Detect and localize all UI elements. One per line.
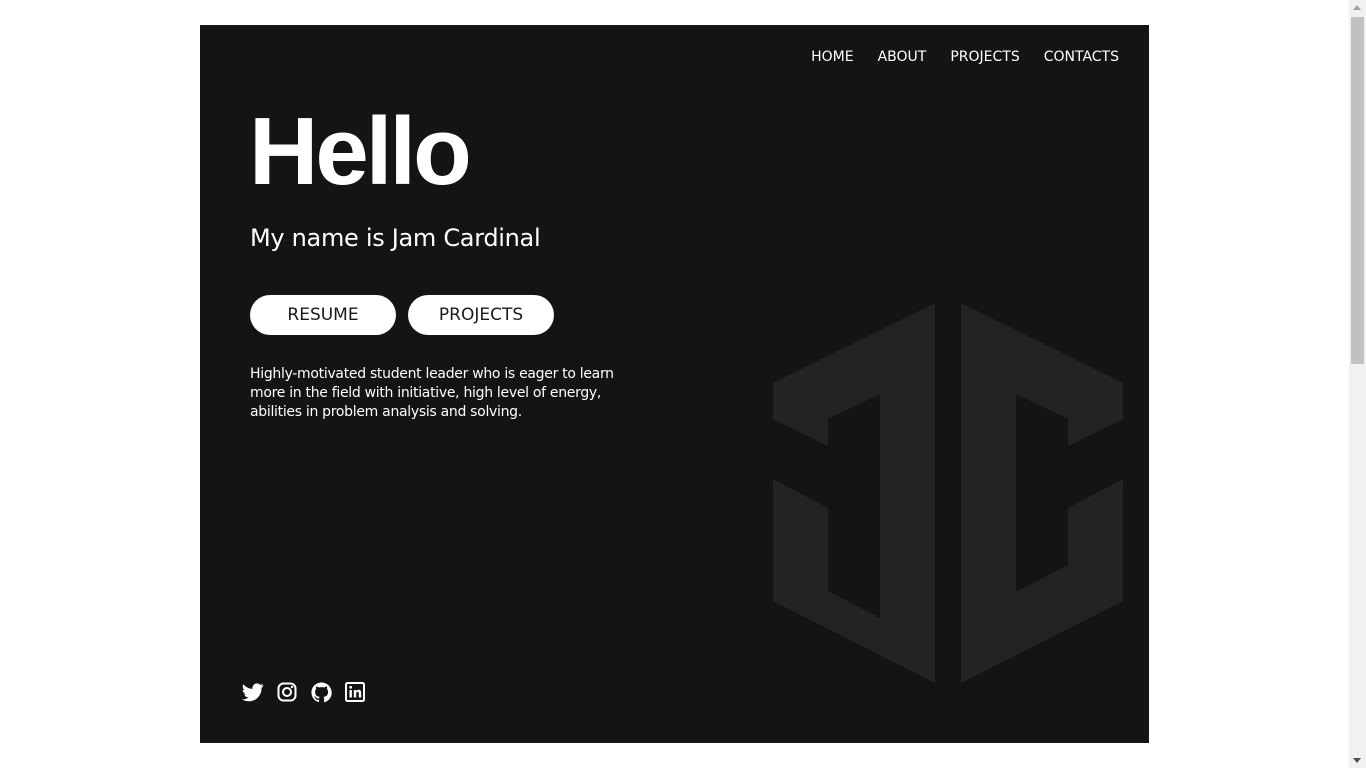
scroll-down-arrow-icon[interactable] — [1353, 758, 1361, 763]
scroll-up-arrow-icon[interactable] — [1353, 5, 1361, 10]
nav-contacts-link[interactable]: CONTACTS — [1044, 47, 1119, 67]
nav-home-link[interactable]: HOME — [811, 47, 853, 67]
hero-subtitle: My name is Jam Cardinal — [250, 224, 541, 252]
linkedin-icon[interactable] — [344, 681, 366, 703]
hero-description: Highly-motivated student leader who is e… — [250, 366, 614, 420]
page-scrollbar[interactable] — [1349, 0, 1366, 768]
instagram-icon[interactable] — [276, 681, 298, 703]
github-icon[interactable] — [310, 681, 332, 703]
social-links — [242, 681, 366, 703]
twitter-icon[interactable] — [242, 681, 264, 703]
page: HOME ABOUT PROJECTS CONTACTS Hello My na… — [0, 0, 1366, 768]
hero-section: HOME ABOUT PROJECTS CONTACTS Hello My na… — [200, 25, 1149, 743]
resume-button[interactable]: RESUME — [250, 295, 396, 335]
projects-button[interactable]: PROJECTS — [408, 295, 554, 335]
scroll-thumb[interactable] — [1351, 17, 1364, 364]
nav-about-link[interactable]: ABOUT — [878, 47, 927, 67]
jc-logo — [773, 303, 1123, 683]
top-nav: HOME ABOUT PROJECTS CONTACTS — [787, 47, 1119, 67]
hero-greeting: Hello — [249, 98, 472, 205]
nav-projects-link[interactable]: PROJECTS — [950, 47, 1019, 67]
